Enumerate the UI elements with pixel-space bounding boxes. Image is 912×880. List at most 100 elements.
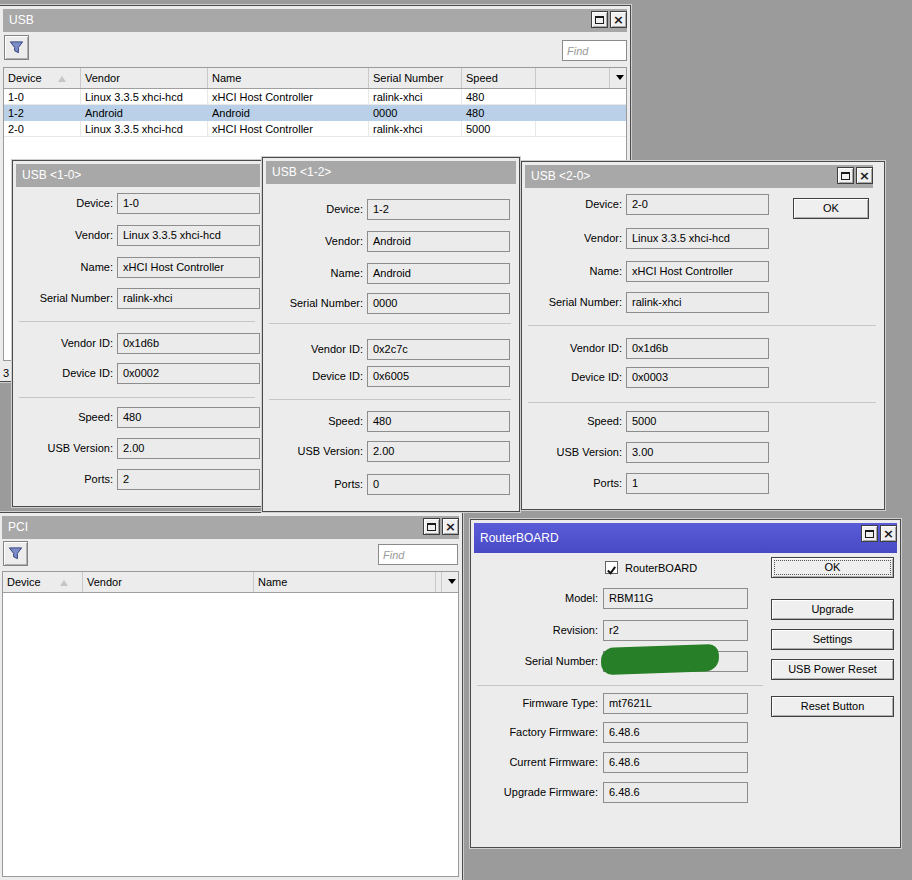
settings-button[interactable]: Settings bbox=[771, 629, 894, 650]
column-header-serial-number[interactable]: Serial Number bbox=[369, 68, 462, 88]
ok-button[interactable]: OK bbox=[793, 198, 869, 219]
usb-version-value[interactable]: 2.00 bbox=[367, 441, 510, 462]
column-header-name[interactable]: Name bbox=[254, 572, 436, 592]
device-id-value[interactable]: 0x0003 bbox=[626, 367, 769, 388]
separator bbox=[269, 323, 511, 324]
separator bbox=[477, 685, 763, 686]
close-icon: × bbox=[445, 522, 456, 532]
speed-value[interactable]: 480 bbox=[117, 407, 260, 428]
cell: xHCI Host Controller bbox=[208, 121, 369, 136]
filter-button[interactable] bbox=[4, 35, 29, 60]
close-button[interactable]: × bbox=[880, 525, 897, 542]
serial-redaction-scribble bbox=[601, 644, 720, 675]
filter-button[interactable] bbox=[3, 541, 28, 566]
serial-number-label: Serial Number: bbox=[524, 292, 622, 313]
revision-value[interactable]: r2 bbox=[603, 620, 748, 641]
vendor-id-value[interactable]: 0x2c7c bbox=[367, 339, 510, 360]
maximize-icon bbox=[865, 530, 874, 538]
column-select-button[interactable] bbox=[441, 572, 458, 592]
dropdown-arrow-icon bbox=[616, 75, 624, 80]
upgrade-button[interactable]: Upgrade bbox=[771, 599, 894, 620]
vendor-id-label: Vendor ID: bbox=[15, 333, 113, 354]
usb-table-header: DeviceVendorNameSerial NumberSpeed bbox=[4, 68, 626, 89]
vendor-label: Vendor: bbox=[265, 231, 363, 252]
close-button[interactable]: × bbox=[442, 518, 459, 535]
maximize-button[interactable] bbox=[423, 518, 440, 535]
maximize-button[interactable] bbox=[591, 11, 608, 28]
pci-window-titlebar[interactable]: PCI × bbox=[2, 516, 459, 539]
usb-version-label: USB Version: bbox=[265, 441, 363, 462]
serial-number-value[interactable]: 0000 bbox=[367, 293, 510, 314]
cell-blank bbox=[536, 105, 626, 120]
upgrade-firmware-value[interactable]: 6.48.6 bbox=[603, 782, 748, 803]
cell: 1-2 bbox=[4, 105, 81, 120]
device-value[interactable]: 1-0 bbox=[117, 193, 260, 214]
device-id-value[interactable]: 0x0002 bbox=[117, 363, 260, 384]
routerboard-titlebar[interactable]: RouterBOARD × bbox=[474, 523, 897, 553]
column-header-device[interactable]: Device bbox=[3, 572, 83, 592]
usb-window-titlebar[interactable]: USB × bbox=[3, 9, 627, 32]
vendor-id-value[interactable]: 0x1d6b bbox=[117, 333, 260, 354]
vendor-value[interactable]: Linux 3.3.5 xhci-hcd bbox=[117, 225, 260, 246]
table-row[interactable]: 1-2AndroidAndroid0000480 bbox=[4, 105, 626, 121]
device-value[interactable]: 1-2 bbox=[367, 199, 510, 220]
ports-value[interactable]: 0 bbox=[367, 474, 510, 495]
ports-value[interactable]: 2 bbox=[117, 469, 260, 490]
column-header-blank bbox=[536, 68, 609, 88]
ports-value[interactable]: 1 bbox=[626, 473, 769, 494]
usb-version-value[interactable]: 3.00 bbox=[626, 442, 769, 463]
name-value[interactable]: xHCI Host Controller bbox=[117, 257, 260, 278]
serial-number-value[interactable]: ralink-xhci bbox=[626, 292, 769, 313]
table-row[interactable]: 1-0Linux 3.3.5 xhci-hcdxHCI Host Control… bbox=[4, 89, 626, 105]
usb-version-value[interactable]: 2.00 bbox=[117, 438, 260, 459]
factory-firmware-value[interactable]: 6.48.6 bbox=[603, 722, 748, 743]
usb-1-0-titlebar[interactable]: USB <1-0> bbox=[16, 164, 260, 187]
maximize-icon bbox=[427, 523, 436, 531]
speed-value[interactable]: 480 bbox=[367, 411, 510, 432]
speed-label: Speed: bbox=[265, 411, 363, 432]
column-header-vendor[interactable]: Vendor bbox=[83, 572, 254, 592]
maximize-button[interactable] bbox=[861, 525, 878, 542]
vendor-id-value[interactable]: 0x1d6b bbox=[626, 338, 769, 359]
device-id-value[interactable]: 0x6005 bbox=[367, 366, 510, 387]
serial-number-value[interactable]: ralink-xhci bbox=[117, 288, 260, 309]
column-header-device[interactable]: Device bbox=[4, 68, 81, 88]
device-value[interactable]: 2-0 bbox=[626, 194, 769, 215]
window-title: RouterBOARD bbox=[480, 531, 559, 545]
current-firmware-value[interactable]: 6.48.6 bbox=[603, 752, 748, 773]
column-header-vendor[interactable]: Vendor bbox=[81, 68, 208, 88]
pci-window: PCI × DeviceVendorName bbox=[0, 512, 463, 880]
close-button[interactable]: × bbox=[856, 167, 873, 184]
maximize-icon bbox=[841, 172, 850, 180]
table-row[interactable]: 2-0Linux 3.3.5 xhci-hcdxHCI Host Control… bbox=[4, 121, 626, 137]
pci-window-title: PCI bbox=[8, 520, 28, 534]
find-input[interactable] bbox=[378, 544, 458, 565]
model-value[interactable]: RBM11G bbox=[603, 588, 748, 609]
cell: 2-0 bbox=[4, 121, 81, 136]
maximize-button[interactable] bbox=[837, 167, 854, 184]
reset-button[interactable]: Reset Button bbox=[771, 696, 894, 717]
usb-power-reset-button[interactable]: USB Power Reset bbox=[771, 659, 894, 680]
usb-1-2-window: USB <1-2> Device:1-2Vendor:AndroidName:A… bbox=[262, 157, 520, 512]
name-value[interactable]: xHCI Host Controller bbox=[626, 261, 769, 282]
usb-1-2-titlebar[interactable]: USB <1-2> bbox=[266, 161, 516, 184]
find-input[interactable] bbox=[562, 40, 627, 61]
usb-2-0-titlebar[interactable]: USB <2-0> × bbox=[525, 165, 873, 188]
ok-button[interactable]: OK bbox=[771, 557, 894, 578]
firmware-type-value[interactable]: mt7621L bbox=[603, 693, 748, 714]
name-label: Name: bbox=[15, 257, 113, 278]
column-select-button[interactable] bbox=[609, 68, 626, 88]
vendor-value[interactable]: Linux 3.3.5 xhci-hcd bbox=[626, 228, 769, 249]
speed-value[interactable]: 5000 bbox=[626, 411, 769, 432]
vendor-value[interactable]: Android bbox=[367, 231, 510, 252]
column-header-name[interactable]: Name bbox=[208, 68, 369, 88]
close-button[interactable]: × bbox=[610, 11, 627, 28]
cell: 5000 bbox=[462, 121, 536, 136]
name-value[interactable]: Android bbox=[367, 263, 510, 284]
routerboard-checkbox[interactable] bbox=[605, 561, 618, 574]
close-icon: × bbox=[859, 171, 870, 181]
cell-blank bbox=[536, 121, 626, 136]
column-header-speed[interactable]: Speed bbox=[462, 68, 536, 88]
checkmark-icon bbox=[606, 565, 617, 576]
usb-2-0-window: USB <2-0> × Device:2-0Vendor:Linux 3.3.5… bbox=[521, 161, 885, 510]
